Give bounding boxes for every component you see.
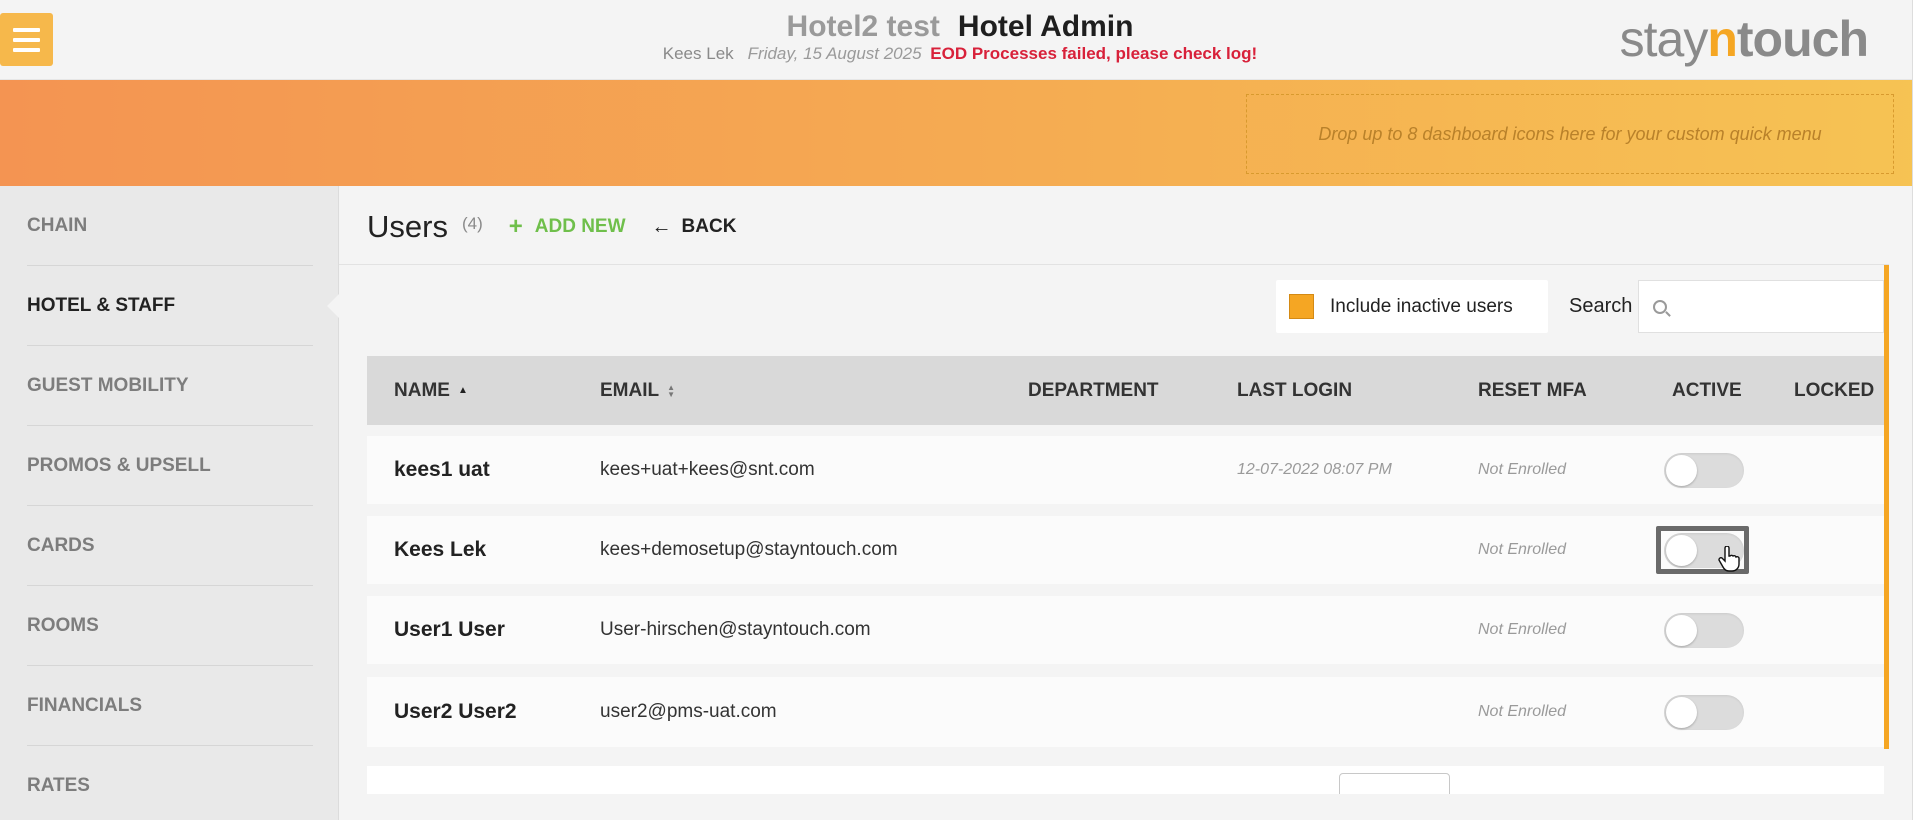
sort-ascending-icon: ▲ — [457, 385, 468, 396]
column-header-reset-mfa: RESET MFA — [1478, 379, 1587, 401]
active-cell — [1664, 677, 1744, 747]
accent-bar — [1884, 265, 1889, 749]
active-cell — [1664, 436, 1744, 504]
users-count: (4) — [461, 214, 483, 233]
sidebar-item-rooms[interactable]: ROOMS — [27, 586, 313, 666]
sidebar-item-chain[interactable]: CHAIN — [27, 186, 313, 266]
eod-error-message[interactable]: EOD Processes failed, please check log! — [930, 44, 1257, 63]
column-header-last-login: LAST LOGIN — [1237, 379, 1353, 401]
user-name-link[interactable]: Kees Lek — [394, 516, 486, 584]
include-inactive-label: Include inactive users — [1330, 295, 1513, 317]
search-field[interactable] — [1638, 280, 1884, 333]
hotel-name: Hotel2 test — [786, 10, 940, 43]
add-new-label: ADD NEW — [534, 216, 626, 237]
reset-mfa-status: Not Enrolled — [1478, 703, 1567, 720]
pagination-bar — [367, 766, 1884, 794]
column-header-department: DEPARTMENT — [1028, 379, 1159, 401]
window-scrollbar[interactable] — [1912, 0, 1920, 820]
quick-menu-banner: Drop up to 8 dashboard icons here for yo… — [0, 80, 1920, 186]
user-name-link[interactable]: User1 User — [394, 596, 505, 664]
table-row: User2 User2 user2@pms-uat.com Not Enroll… — [367, 677, 1884, 747]
table-row: kees1 uat kees+uat+kees@snt.com 12-07-20… — [367, 436, 1884, 504]
reset-mfa-status: Not Enrolled — [1478, 461, 1567, 478]
active-section-pointer — [327, 292, 341, 320]
divider — [339, 264, 1889, 265]
business-date: Friday, 15 August 2025 — [747, 44, 922, 63]
hand-cursor-icon — [1718, 546, 1740, 572]
user-email: User-hirschen@stayntouch.com — [600, 619, 871, 640]
app-name: Hotel Admin — [957, 10, 1134, 43]
reset-mfa-status: Not Enrolled — [1478, 541, 1567, 558]
top-bar: Hotel2 test Hotel Admin Kees Lek Friday, 1… — [0, 0, 1920, 80]
active-cell — [1664, 596, 1744, 664]
search-input[interactable] — [1677, 296, 1877, 317]
current-user: Kees Lek — [662, 44, 734, 63]
user-email: kees+demosetup@stayntouch.com — [600, 539, 898, 560]
users-table-header: NAME ▲ EMAIL ▲ ▼ DEPARTMENT LAST LOGIN RESE… — [367, 356, 1884, 425]
page-bottom — [339, 794, 1889, 820]
sidebar-item-guest-mobility[interactable]: GUEST MOBILITY — [27, 346, 313, 426]
users-header: Users (4) + ADD NEW ← BACK — [367, 206, 736, 248]
active-toggle[interactable] — [1664, 612, 1744, 648]
reset-mfa-status: Not Enrolled — [1478, 621, 1567, 638]
table-row: User1 User User-hirschen@stayntouch.com … — [367, 596, 1884, 664]
search-icon — [1653, 299, 1667, 314]
back-label: BACK — [681, 216, 737, 237]
sidebar-item-promos-upsell[interactable]: PROMOS & UPSELL — [27, 426, 313, 506]
toggle-knob — [1666, 696, 1697, 728]
toggle-knob — [1666, 614, 1697, 646]
column-header-active: ACTIVE — [1672, 379, 1742, 401]
toggle-knob — [1666, 454, 1697, 486]
user-email: user2@pms-uat.com — [600, 701, 777, 722]
user-email: kees+uat+kees@snt.com — [600, 459, 815, 480]
active-toggle[interactable] — [1664, 694, 1744, 730]
arrow-left-icon: ← — [651, 215, 672, 238]
column-header-name[interactable]: NAME ▲ — [394, 356, 468, 425]
stayntouch-logo: stayntouch — [1619, 11, 1869, 67]
sidebar-item-cards[interactable]: CARDS — [27, 506, 313, 586]
sidebar: CHAIN HOTEL & STAFF GUEST MOBILITY PROMO… — [0, 186, 339, 820]
include-inactive-toggle[interactable]: Include inactive users — [1276, 280, 1548, 333]
column-header-email[interactable]: EMAIL ▲ ▼ — [600, 356, 675, 425]
include-inactive-checkbox[interactable] — [1289, 294, 1314, 319]
active-toggle[interactable] — [1664, 452, 1744, 488]
sort-icon: ▲ ▼ — [667, 382, 676, 399]
column-header-locked: LOCKED — [1794, 379, 1875, 401]
quick-menu-dropzone[interactable]: Drop up to 8 dashboard icons here for yo… — [1246, 94, 1894, 174]
sidebar-item-rates[interactable]: RATES — [27, 746, 313, 820]
sidebar-item-hotel-staff[interactable]: HOTEL & STAFF — [27, 266, 313, 346]
users-title: Users — [367, 209, 448, 244]
user-name-link[interactable]: kees1 uat — [394, 436, 490, 504]
user-name-link[interactable]: User2 User2 — [394, 677, 517, 747]
plus-icon: + — [508, 213, 523, 240]
search-label: Search — [1569, 295, 1633, 317]
add-new-button[interactable]: + ADD NEW — [509, 215, 626, 239]
sidebar-item-financials[interactable]: FINANCIALS — [27, 666, 313, 746]
back-button[interactable]: ← BACK — [652, 216, 737, 239]
last-login: 12-07-2022 08:07 PM — [1237, 461, 1392, 478]
